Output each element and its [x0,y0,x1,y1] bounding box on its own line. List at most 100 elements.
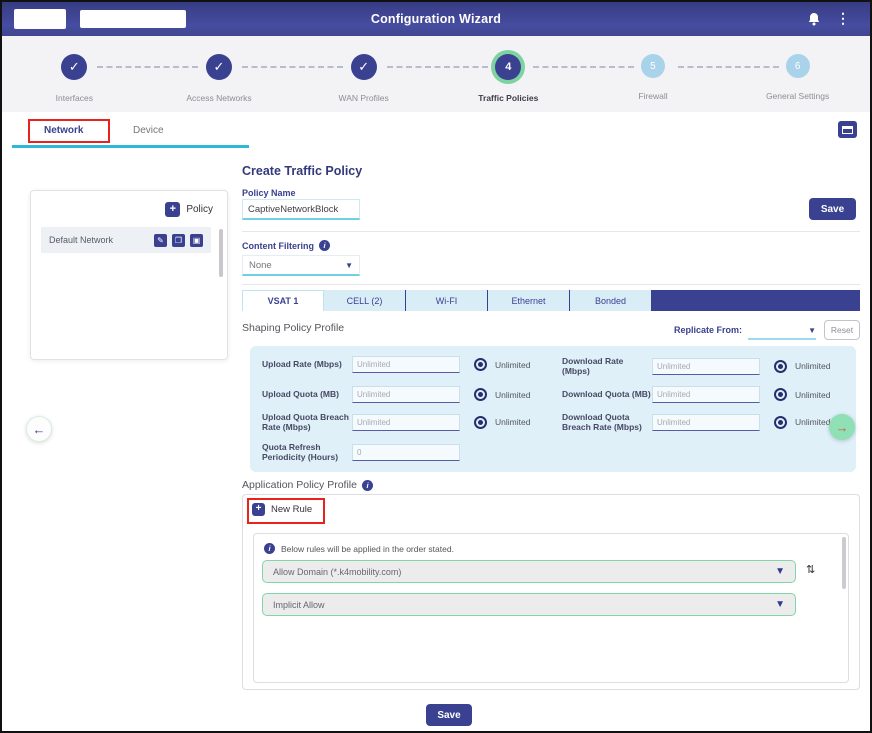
tab-cell-2[interactable]: CELL (2) [324,290,406,311]
next-arrow-button[interactable]: → [829,414,855,440]
shaping-policy-panel: Upload Rate (Mbps) Unlimited Download Ra… [250,346,856,472]
download-quota-breach-unlimited-radio[interactable] [774,416,787,429]
download-quota-input[interactable] [652,386,760,403]
add-policy-label: Policy [186,204,213,215]
step-traffic-policies[interactable]: 4 Traffic Policies [436,36,581,112]
new-rule-label: New Rule [271,504,312,515]
step-label: Interfaces [56,93,93,103]
rule-label: Allow Domain (*.k4mobility.com) [273,567,401,577]
content-filtering-label: Content Filtering [242,241,314,251]
reset-button[interactable]: Reset [824,320,860,340]
radio-label: Unlimited [495,390,530,400]
content-filtering-select[interactable]: None ▼ [242,255,360,276]
notifications-bell-icon[interactable] [806,11,822,27]
step-number: 4 [495,54,521,80]
tab-ethernet[interactable]: Ethernet [488,290,570,311]
interface-tab-bar: VSAT 1 CELL (2) Wi-FI Ethernet Bonded [242,290,860,311]
app-window: Configuration Wizard ⋮ ✓ Interfaces ✓ Ac… [0,0,872,733]
divider [242,284,860,285]
rules-info-text: Below rules will be applied in the order… [281,544,454,554]
wizard-stepper: ✓ Interfaces ✓ Access Networks ✓ WAN Pro… [2,36,870,112]
rule-allow-domain[interactable]: Allow Domain (*.k4mobility.com) ▼ [262,560,796,583]
collapse-panel-icon[interactable] [838,121,857,138]
radio-label: Unlimited [795,390,830,400]
policy-name-label: Policy Name [242,188,296,198]
chevron-down-icon: ▼ [775,599,785,610]
panel-scrollbar[interactable] [219,229,223,277]
plus-icon: + [252,503,265,516]
info-icon: i [319,240,330,251]
chevron-down-icon: ▼ [345,261,353,270]
reorder-icon[interactable]: ⇅ [806,563,815,576]
tab-bonded[interactable]: Bonded [570,290,652,311]
tab-wifi[interactable]: Wi-FI [406,290,488,311]
radio-label: Unlimited [495,417,530,427]
step-general-settings[interactable]: 6 General Settings [725,36,870,112]
step-label: WAN Profiles [339,93,389,103]
upload-rate-label: Upload Rate (Mbps) [262,359,352,369]
kebab-menu-icon[interactable]: ⋮ [836,10,850,27]
add-policy-button[interactable]: + Policy [165,202,213,217]
rules-list-container: i Below rules will be applied in the ord… [253,533,849,683]
save-button-top[interactable]: Save [809,198,856,220]
info-icon: i [362,480,373,491]
rules-scrollbar[interactable] [842,537,846,589]
step-wan-profiles[interactable]: ✓ WAN Profiles [291,36,436,112]
radio-label: Unlimited [495,360,530,370]
step-interfaces[interactable]: ✓ Interfaces [2,36,147,112]
upload-quota-unlimited-radio[interactable] [474,388,487,401]
download-quota-breach-label: Download Quota Breach Rate (Mbps) [562,412,652,432]
download-rate-input[interactable] [652,358,760,375]
radio-label: Unlimited [795,417,830,427]
replicate-from-select[interactable]: ▼ [748,322,816,340]
shaping-policy-title: Shaping Policy Profile [242,322,344,334]
new-rule-button[interactable]: + New Rule [252,503,312,516]
download-rate-unlimited-radio[interactable] [774,360,787,373]
tab-bar-filler [652,290,860,311]
step-number: 6 [786,54,810,78]
upload-quota-breach-input[interactable] [352,414,460,431]
back-button[interactable]: ← [26,416,52,442]
step-label: Access Networks [186,93,251,103]
content-filtering-value: None [249,260,272,271]
active-tab-underline [12,145,249,148]
step-access-networks[interactable]: ✓ Access Networks [147,36,292,112]
tab-device[interactable]: Device [133,125,164,136]
policy-list-item-default-network[interactable]: Default Network ✎ ❐ ▣ [41,227,211,253]
policy-list-panel: + Policy Default Network ✎ ❐ ▣ [30,190,228,360]
tab-network[interactable]: Network [44,125,83,136]
policy-name-input[interactable] [242,199,360,220]
form-title: Create Traffic Policy [242,164,362,178]
download-quota-breach-input[interactable] [652,414,760,431]
save-button-bottom[interactable]: Save [426,704,472,726]
upload-quota-label: Upload Quota (MB) [262,389,352,399]
upload-rate-input[interactable] [352,356,460,373]
application-policy-container: + New Rule i Below rules will be applied… [242,494,860,690]
edit-icon[interactable]: ✎ [154,234,167,247]
rule-implicit-allow[interactable]: Implicit Allow ▼ [262,593,796,616]
upload-quota-input[interactable] [352,386,460,403]
application-policy-title: Application Policy Profile [242,479,357,491]
step-firewall[interactable]: 5 Firewall [581,36,726,112]
info-icon: i [264,543,275,554]
chevron-down-icon: ▼ [808,326,816,335]
delete-icon[interactable]: ▣ [190,234,203,247]
upload-rate-unlimited-radio[interactable] [474,358,487,371]
rule-label: Implicit Allow [273,600,325,610]
copy-icon[interactable]: ❐ [172,234,185,247]
policy-name: Default Network [49,235,149,245]
tab-vsat-1[interactable]: VSAT 1 [242,290,324,311]
download-rate-label: Download Rate (Mbps) [562,356,652,376]
radio-label: Unlimited [795,361,830,371]
plus-icon: + [165,202,180,217]
chevron-down-icon: ▼ [775,566,785,577]
upload-quota-breach-label: Upload Quota Breach Rate (Mbps) [262,412,352,432]
quota-refresh-input[interactable] [352,444,460,461]
download-quota-unlimited-radio[interactable] [774,388,787,401]
upload-quota-breach-unlimited-radio[interactable] [474,416,487,429]
page-title: Configuration Wizard [2,2,870,36]
replicate-from-label: Replicate From: [666,325,742,335]
step-number: 5 [641,54,665,78]
quota-refresh-label: Quota Refresh Periodicity (Hours) [262,442,352,462]
check-icon: ✓ [206,54,232,80]
